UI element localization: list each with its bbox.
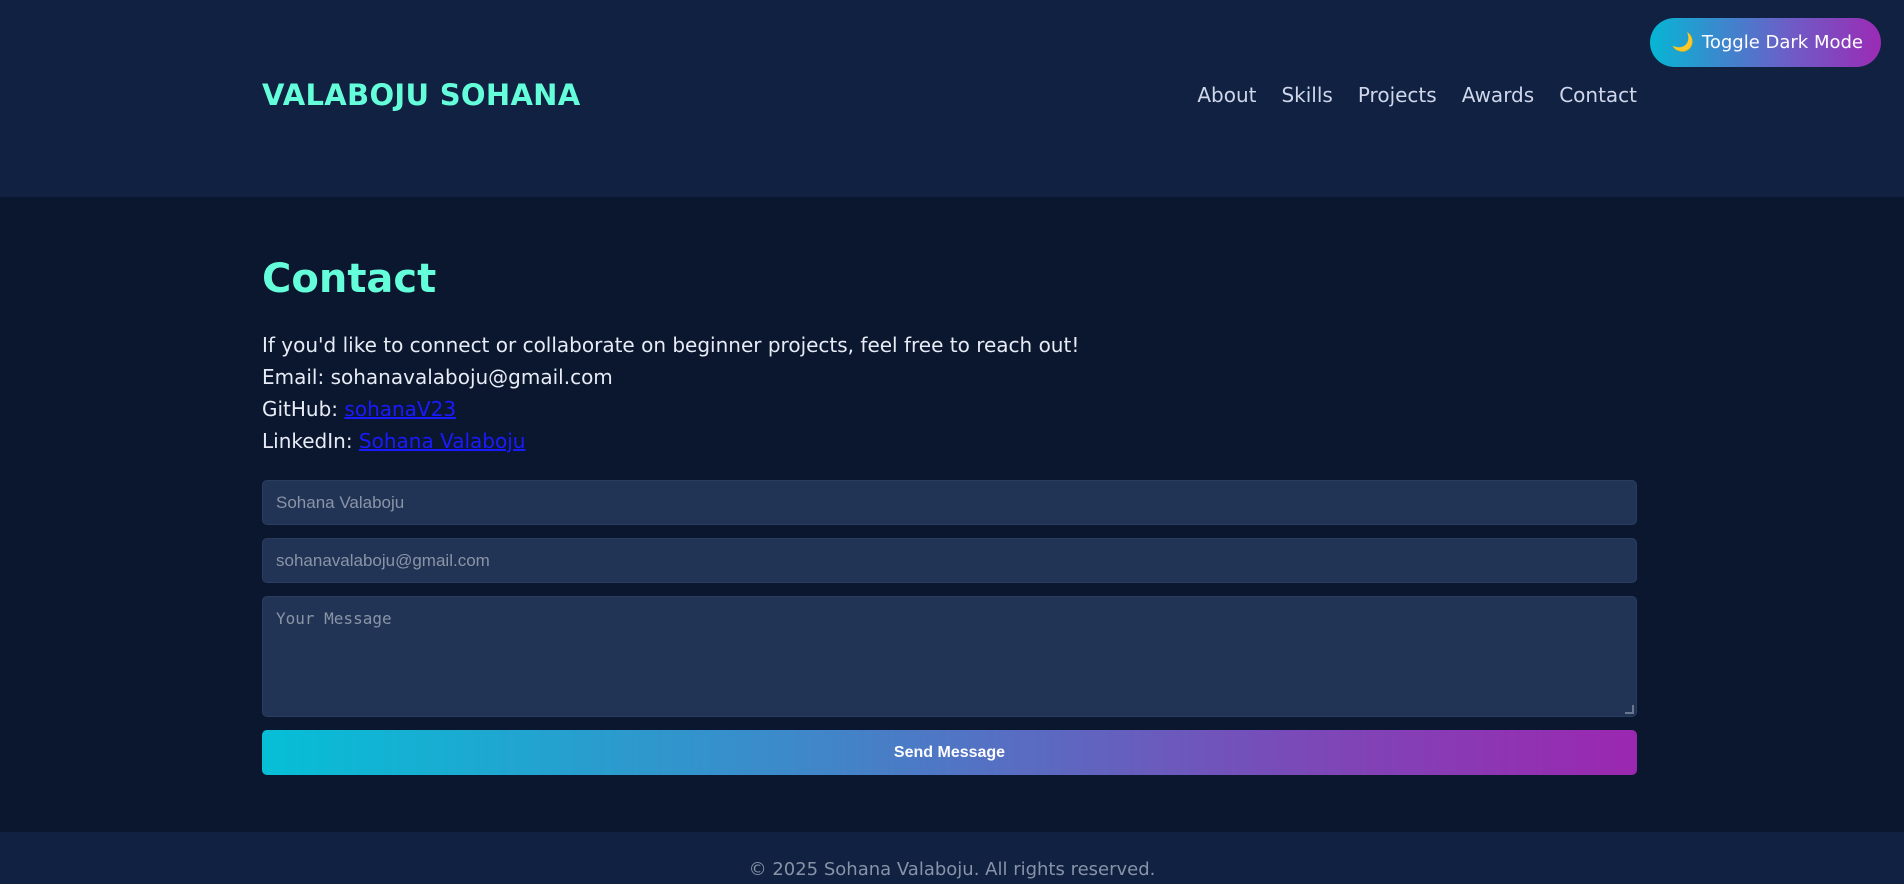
contact-intro: If you'd like to connect or collaborate … — [262, 333, 1080, 357]
site-logo[interactable]: VALABOJU SOHANA — [262, 78, 581, 112]
github-link[interactable]: sohanaV23 — [344, 397, 456, 421]
contact-form: Sohana Valaboju sohanavalaboju@gmail.com… — [262, 480, 1637, 775]
nav-contact[interactable]: Contact — [1559, 83, 1637, 107]
email-input[interactable]: sohanavalaboju@gmail.com — [262, 538, 1637, 583]
message-textarea[interactable]: Your Message — [262, 596, 1637, 717]
github-label: GitHub: — [262, 397, 345, 421]
contact-email: Email: sohanavalaboju@gmail.com — [262, 365, 613, 389]
site-footer: © 2025 Sohana Valaboju. All rights reser… — [0, 832, 1904, 884]
linkedin-label: LinkedIn: — [262, 429, 359, 453]
nav-skills[interactable]: Skills — [1281, 83, 1332, 107]
linkedin-link[interactable]: Sohana Valaboju — [359, 429, 526, 453]
main-nav: About Skills Projects Awards Contact — [1197, 83, 1637, 107]
contact-title: Contact — [262, 256, 437, 302]
contact-github: GitHub: sohanaV23 — [262, 393, 1637, 425]
moon-icon: 🌙 — [1671, 32, 1694, 53]
toggle-dark-mode-button[interactable]: 🌙 Toggle Dark Mode — [1649, 18, 1881, 67]
site-header: VALABOJU SOHANA About Skills Projects Aw… — [0, 0, 1904, 197]
footer-copyright: © 2025 Sohana Valaboju. All rights reser… — [748, 859, 1156, 880]
contact-section: Contact If you'd like to connect or coll… — [262, 257, 1637, 775]
nav-awards[interactable]: Awards — [1462, 83, 1534, 107]
header-inner: VALABOJU SOHANA About Skills Projects Aw… — [262, 78, 1637, 112]
main-content: Contact If you'd like to connect or coll… — [0, 197, 1904, 832]
send-message-button[interactable]: Send Message — [262, 730, 1637, 775]
contact-linkedin: LinkedIn: Sohana Valaboju — [262, 425, 1637, 457]
message-placeholder: Your Message — [276, 609, 392, 628]
name-input[interactable]: Sohana Valaboju — [262, 480, 1637, 525]
nav-about[interactable]: About — [1197, 83, 1256, 107]
toggle-dark-mode-label: Toggle Dark Mode — [1701, 32, 1863, 53]
nav-projects[interactable]: Projects — [1358, 83, 1437, 107]
resize-handle-icon[interactable] — [1625, 705, 1634, 714]
